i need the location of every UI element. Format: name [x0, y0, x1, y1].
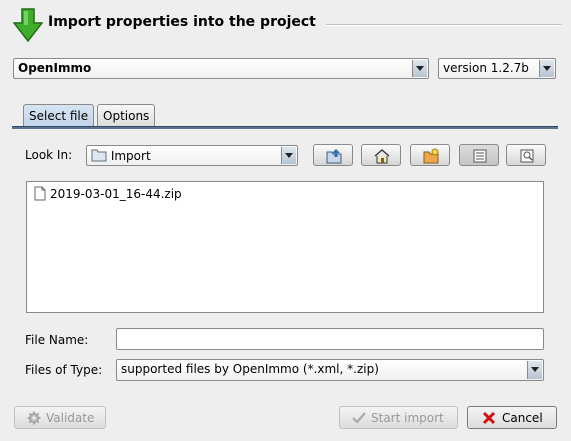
cancel-button[interactable]: Cancel [467, 406, 557, 429]
folder-icon [91, 149, 107, 162]
checkmark-icon [352, 412, 366, 424]
start-import-button[interactable]: Start import [339, 406, 458, 429]
chevron-down-icon [539, 60, 554, 77]
format-select[interactable]: OpenImmo [13, 58, 429, 79]
files-of-type-select[interactable]: supported files by OpenImmo (*.xml, *.zi… [116, 359, 544, 381]
download-arrow-icon [12, 8, 44, 43]
chevron-down-icon [527, 361, 542, 379]
look-in-label: Look In: [25, 148, 73, 162]
list-item[interactable]: 2019-03-01_16-44.zip [34, 186, 182, 201]
file-list[interactable]: 2019-03-01_16-44.zip [26, 181, 544, 313]
new-folder-button[interactable] [410, 144, 450, 166]
validate-label: Validate [46, 411, 95, 425]
up-folder-icon [326, 149, 342, 164]
title-separator [326, 24, 561, 26]
cancel-label: Cancel [502, 411, 543, 425]
file-icon [34, 186, 46, 201]
files-of-type-label: Files of Type: [25, 363, 103, 377]
dialog-title: Import properties into the project [48, 14, 316, 30]
version-select[interactable]: version 1.2.7b [438, 58, 556, 79]
look-in-select[interactable]: Import [86, 145, 298, 166]
gear-icon [27, 411, 41, 425]
details-view-icon [520, 149, 534, 163]
chevron-down-icon [281, 147, 296, 164]
details-view-button[interactable] [506, 144, 546, 166]
home-button[interactable] [361, 144, 401, 166]
close-icon [482, 411, 496, 425]
list-view-button[interactable] [459, 144, 499, 166]
look-in-value: Import [110, 149, 151, 163]
new-folder-icon [423, 148, 439, 164]
tab-select-file[interactable]: Select file [23, 104, 95, 127]
tab-options[interactable]: Options [97, 104, 156, 127]
up-folder-button[interactable] [313, 144, 353, 166]
file-name-input[interactable] [116, 328, 544, 350]
format-select-value: OpenImmo [18, 61, 92, 75]
files-of-type-value: supported files by OpenImmo (*.xml, *.zi… [121, 362, 379, 376]
home-icon [374, 149, 390, 164]
validate-button[interactable]: Validate [14, 406, 106, 429]
file-name: 2019-03-01_16-44.zip [50, 187, 182, 201]
version-select-value: version 1.2.7b [443, 61, 529, 75]
file-name-label: File Name: [25, 333, 89, 347]
chevron-down-icon [412, 60, 427, 77]
list-view-icon [473, 149, 487, 163]
start-import-label: Start import [371, 411, 444, 425]
